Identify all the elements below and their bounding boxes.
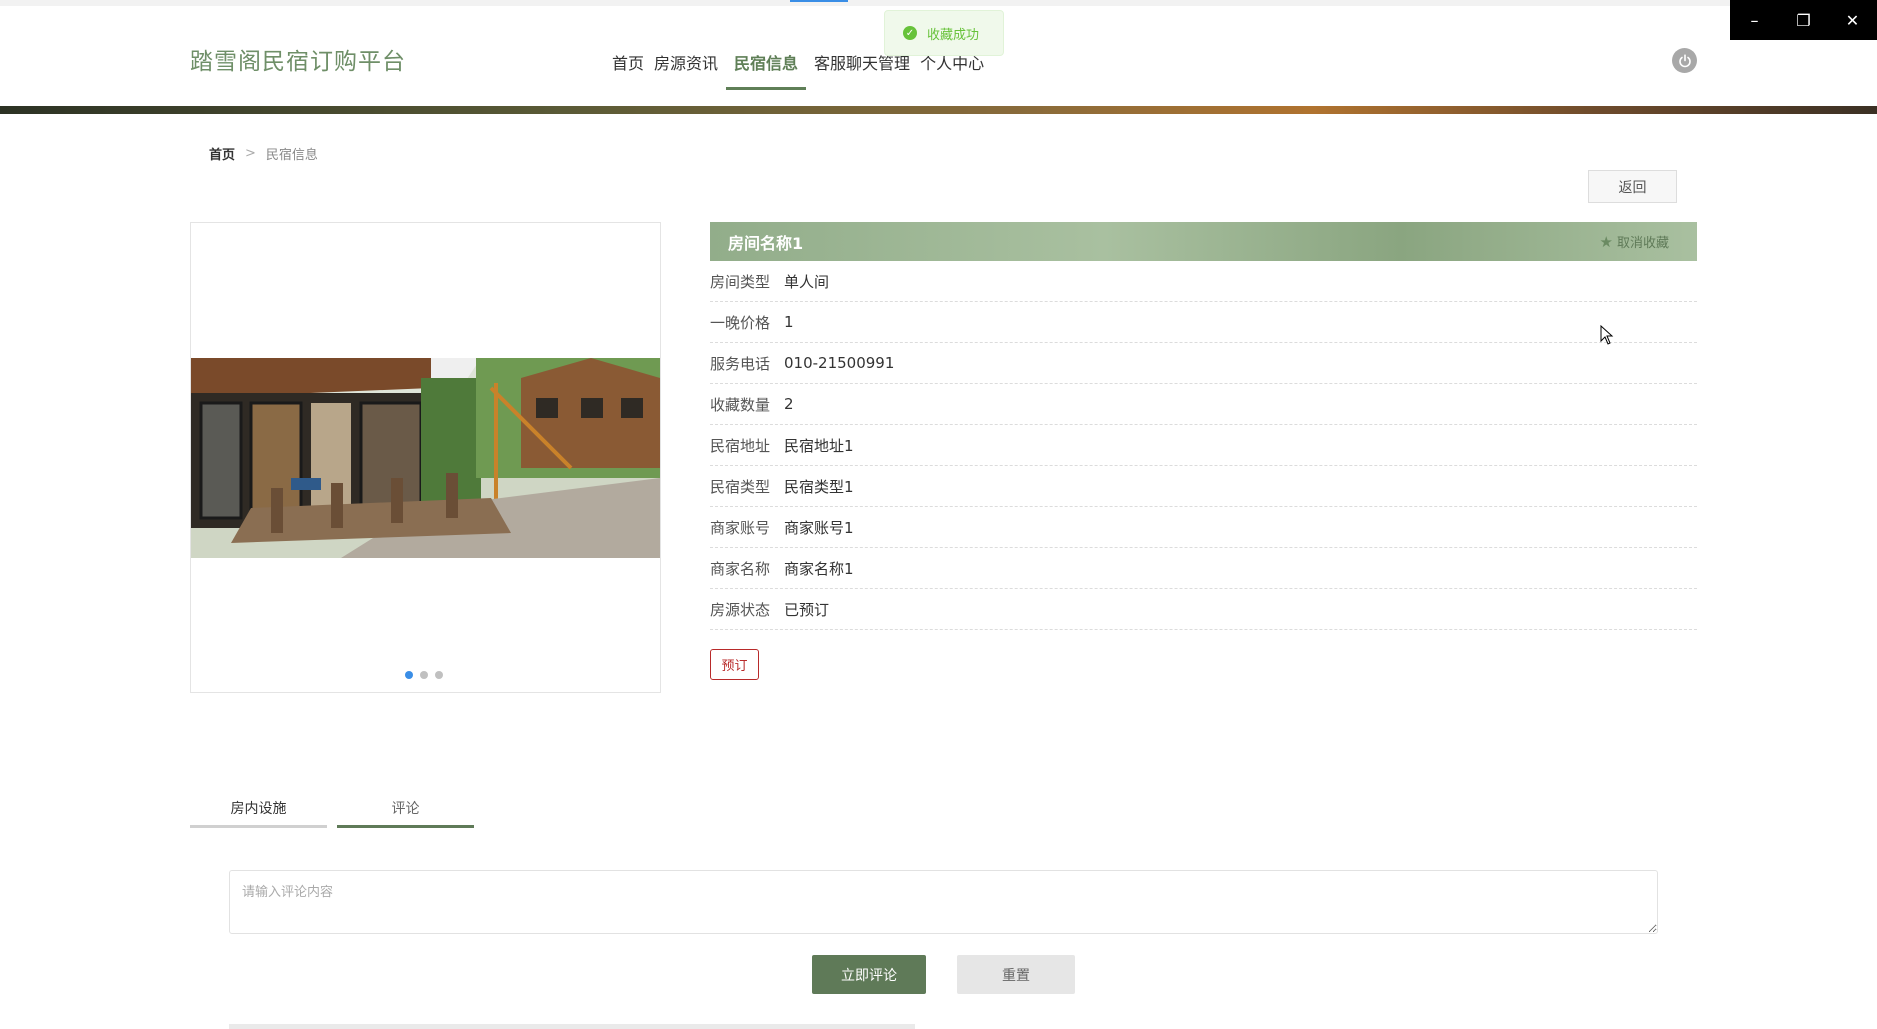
info-value: 2 xyxy=(784,395,794,413)
reset-button[interactable]: 重置 xyxy=(957,955,1075,994)
info-label: 商家名称 xyxy=(710,559,771,578)
restore-icon: ❐ xyxy=(1796,10,1811,30)
info-value: 商家账号1 xyxy=(784,518,854,537)
info-row-favorite-count: 收藏数量 2 xyxy=(710,384,1697,425)
breadcrumb-home[interactable]: 首页 xyxy=(209,144,235,163)
minimize-button[interactable]: – xyxy=(1730,0,1779,40)
room-detail-panel: 房间名称1 ★ 取消收藏 房间类型 单人间 一晚价格 1 服务电话 010-21… xyxy=(710,222,1697,680)
info-row-merchant-account: 商家账号 商家账号1 xyxy=(710,507,1697,548)
info-row-address: 民宿地址 民宿地址1 xyxy=(710,425,1697,466)
info-row-homestay-type: 民宿类型 民宿类型1 xyxy=(710,466,1697,507)
page: 踏雪阁民宿订购平台 首页 房源资讯 民宿信息 客服聊天管理 个人中心 – ❐ ✕… xyxy=(0,0,1877,1029)
submit-comment-button[interactable]: 立即评论 xyxy=(812,955,926,994)
status-value: 已预订 xyxy=(784,600,830,619)
back-button[interactable]: 返回 xyxy=(1588,170,1677,203)
carousel-dots xyxy=(405,671,450,679)
homestay-photo xyxy=(191,358,660,558)
nav-homestay-info[interactable]: 民宿信息 xyxy=(726,36,807,90)
info-label: 房间类型 xyxy=(710,272,771,291)
success-toast: ✓ 收藏成功 xyxy=(884,10,1004,56)
tab-facilities[interactable]: 房内设施 xyxy=(190,790,327,828)
tab-comments[interactable]: 评论 xyxy=(337,790,474,828)
info-label: 民宿类型 xyxy=(710,477,771,496)
breadcrumb-current: 民宿信息 xyxy=(265,148,318,163)
detail-tabs: 房内设施 评论 xyxy=(190,790,484,828)
restore-button[interactable]: ❐ xyxy=(1779,0,1828,40)
info-row-room-type: 房间类型 单人间 xyxy=(710,261,1697,302)
carousel-dot[interactable] xyxy=(435,671,443,679)
unfavorite-label: 取消收藏 xyxy=(1616,236,1669,251)
comment-list-edge xyxy=(229,1024,915,1029)
info-row-status: 房源状态 已预订 xyxy=(710,589,1697,630)
room-title: 房间名称1 xyxy=(728,233,804,253)
logout-button[interactable] xyxy=(1672,48,1697,73)
info-row-phone: 服务电话 010-21500991 xyxy=(710,343,1697,384)
room-title-bar: 房间名称1 ★ 取消收藏 xyxy=(710,222,1697,261)
info-value: 1 xyxy=(784,313,794,331)
info-row-price: 一晚价格 1 xyxy=(710,302,1697,343)
nav-listings-news[interactable]: 房源资讯 xyxy=(654,36,718,84)
carousel-dot[interactable] xyxy=(420,671,428,679)
close-button[interactable]: ✕ xyxy=(1828,0,1877,40)
info-label: 民宿地址 xyxy=(710,436,771,455)
loading-indicator xyxy=(790,0,848,2)
info-value: 民宿类型1 xyxy=(784,477,854,496)
nav-home[interactable]: 首页 xyxy=(612,36,644,84)
toast-message: 收藏成功 xyxy=(927,27,980,43)
image-carousel[interactable] xyxy=(190,222,661,693)
header-banner-strip xyxy=(0,106,1877,114)
carousel-dot[interactable] xyxy=(405,671,413,679)
unfavorite-button[interactable]: ★ 取消收藏 xyxy=(1599,232,1669,252)
power-icon xyxy=(1678,53,1691,67)
info-value: 民宿地址1 xyxy=(784,436,854,455)
info-label: 一晚价格 xyxy=(710,313,771,332)
check-circle-icon: ✓ xyxy=(903,26,917,40)
breadcrumb-separator: > xyxy=(245,146,256,161)
info-label: 服务电话 xyxy=(710,354,771,373)
info-label: 收藏数量 xyxy=(710,395,771,414)
info-value: 010-21500991 xyxy=(784,354,895,372)
window-controls: – ❐ ✕ xyxy=(1730,0,1877,40)
info-label: 商家账号 xyxy=(710,518,771,537)
info-value: 商家名称1 xyxy=(784,559,854,578)
info-row-merchant-name: 商家名称 商家名称1 xyxy=(710,548,1697,589)
mouse-cursor-icon xyxy=(1600,325,1614,345)
info-label: 房源状态 xyxy=(710,600,771,619)
breadcrumb: 首页 > 民宿信息 xyxy=(209,144,318,163)
info-value: 单人间 xyxy=(784,272,830,291)
star-icon: ★ xyxy=(1599,232,1613,251)
site-logo[interactable]: 踏雪阁民宿订购平台 xyxy=(190,42,406,76)
comment-input[interactable] xyxy=(229,870,1658,934)
book-button[interactable]: 预订 xyxy=(710,649,759,680)
minimize-icon: – xyxy=(1750,10,1759,30)
close-icon: ✕ xyxy=(1845,10,1860,30)
